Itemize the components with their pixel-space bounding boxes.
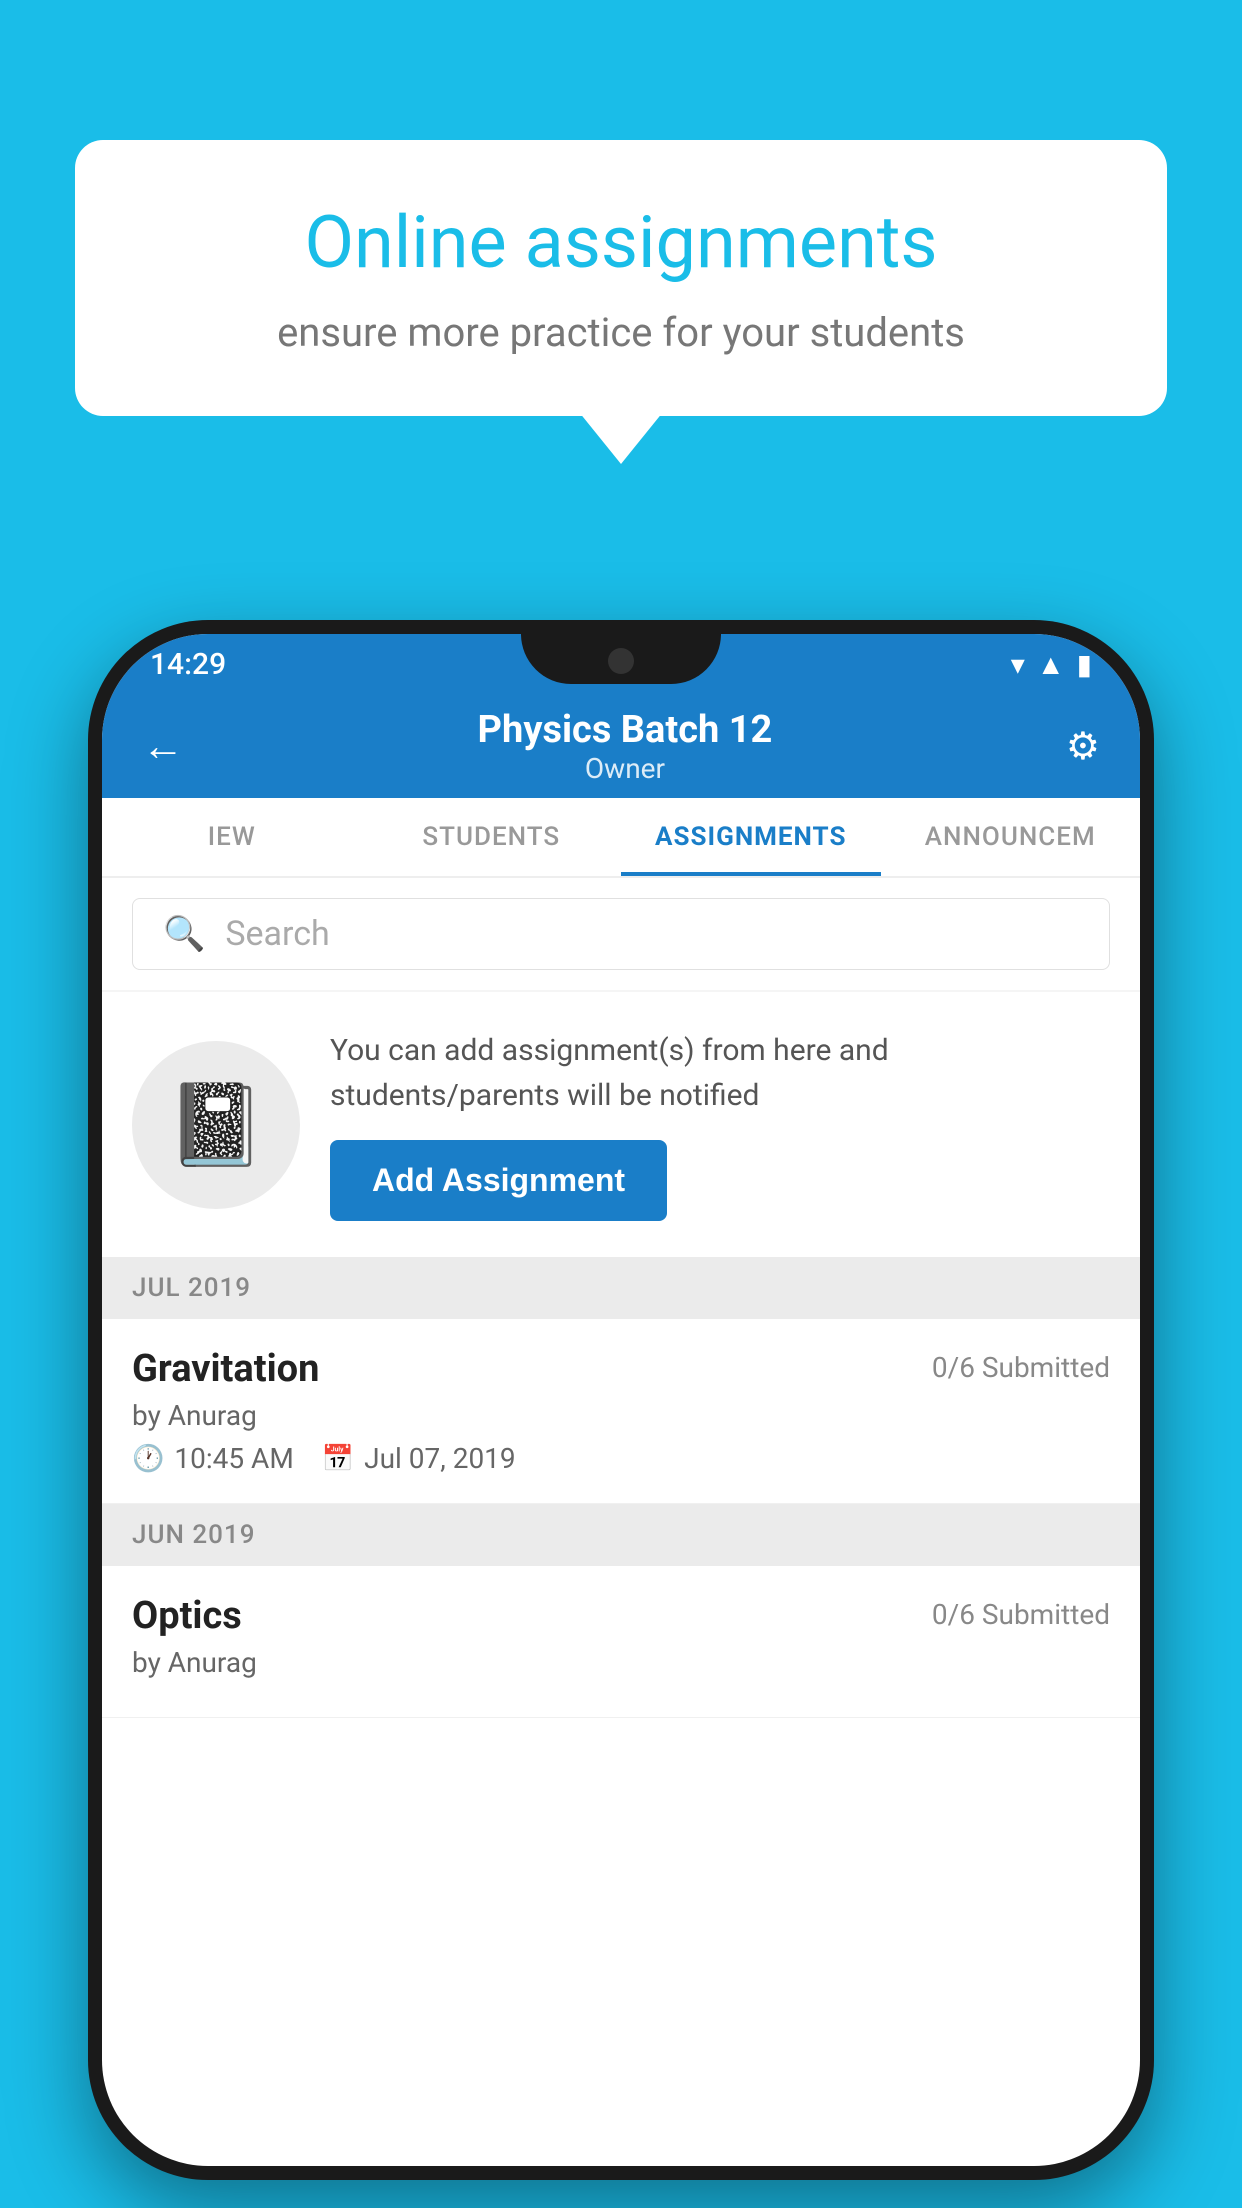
header-subtitle: Owner	[478, 752, 773, 785]
status-time: 14:29	[150, 647, 226, 682]
speech-bubble-title: Online assignments	[145, 200, 1097, 285]
notch	[521, 634, 721, 684]
assignment-date-value: Jul 07, 2019	[364, 1442, 516, 1475]
assignment-submitted-gravitation: 0/6 Submitted	[932, 1351, 1110, 1384]
wifi-icon: ▾	[1011, 648, 1025, 681]
assignment-item-optics[interactable]: Optics 0/6 Submitted by Anurag	[102, 1566, 1140, 1718]
tab-students[interactable]: STUDENTS	[362, 798, 622, 876]
phone-screen: 14:29 ▾ ▲ ▮ ← Physics Batch 12 Owner ⚙ I…	[102, 634, 1140, 2166]
promo-icon-circle: 📓	[132, 1041, 300, 1209]
assignment-time-value: 10:45 AM	[174, 1442, 293, 1475]
assignment-item-gravitation[interactable]: Gravitation 0/6 Submitted by Anurag 🕐 10…	[102, 1319, 1140, 1504]
notch-camera	[608, 648, 634, 674]
assignment-name-optics: Optics	[132, 1594, 242, 1638]
app-header: ← Physics Batch 12 Owner ⚙	[102, 694, 1140, 798]
settings-icon[interactable]: ⚙	[1066, 724, 1100, 769]
promo-text: You can add assignment(s) from here and …	[330, 1028, 1110, 1118]
clock-icon: 🕐	[132, 1444, 164, 1474]
tab-announcements[interactable]: ANNOUNCEM	[881, 798, 1141, 876]
tabs-bar: IEW STUDENTS ASSIGNMENTS ANNOUNCEM	[102, 798, 1140, 878]
add-assignment-button[interactable]: Add Assignment	[330, 1140, 667, 1221]
assignment-author-optics: by Anurag	[132, 1646, 1110, 1679]
header-center: Physics Batch 12 Owner	[478, 708, 773, 785]
search-bar[interactable]: 🔍 Search	[132, 898, 1110, 970]
back-button[interactable]: ←	[142, 722, 184, 771]
status-icons: ▾ ▲ ▮	[1011, 648, 1092, 681]
phone-frame: 14:29 ▾ ▲ ▮ ← Physics Batch 12 Owner ⚙ I…	[88, 620, 1154, 2180]
battery-icon: ▮	[1077, 648, 1092, 681]
month-separator-jun: JUN 2019	[102, 1504, 1140, 1566]
speech-bubble-container: Online assignments ensure more practice …	[75, 140, 1167, 416]
speech-bubble-subtitle: ensure more practice for your students	[145, 309, 1097, 356]
search-bar-container: 🔍 Search	[102, 878, 1140, 990]
promo-right: You can add assignment(s) from here and …	[330, 1028, 1110, 1221]
signal-icon: ▲	[1037, 648, 1065, 681]
tab-iew[interactable]: IEW	[102, 798, 362, 876]
assignment-name-gravitation: Gravitation	[132, 1347, 319, 1391]
assignment-time-gravitation: 🕐 10:45 AM	[132, 1442, 294, 1475]
notebook-icon: 📓	[166, 1078, 266, 1172]
content-area: 🔍 Search 📓 You can add assignment(s) fro…	[102, 878, 1140, 1718]
assignment-header-row: Gravitation 0/6 Submitted	[132, 1347, 1110, 1391]
calendar-icon: 📅	[322, 1444, 354, 1474]
tab-assignments[interactable]: ASSIGNMENTS	[621, 798, 881, 876]
speech-bubble: Online assignments ensure more practice …	[75, 140, 1167, 416]
assignment-author-gravitation: by Anurag	[132, 1399, 1110, 1432]
search-placeholder: Search	[225, 914, 329, 954]
assignment-time-row: 🕐 10:45 AM 📅 Jul 07, 2019	[132, 1442, 1110, 1475]
add-assignment-promo: 📓 You can add assignment(s) from here an…	[102, 992, 1140, 1257]
assignment-header-row-optics: Optics 0/6 Submitted	[132, 1594, 1110, 1638]
header-title: Physics Batch 12	[478, 708, 773, 752]
assignment-submitted-optics: 0/6 Submitted	[932, 1598, 1110, 1631]
assignment-date-gravitation: 📅 Jul 07, 2019	[322, 1442, 516, 1475]
search-icon: 🔍	[163, 914, 205, 954]
month-separator-jul: JUL 2019	[102, 1257, 1140, 1319]
